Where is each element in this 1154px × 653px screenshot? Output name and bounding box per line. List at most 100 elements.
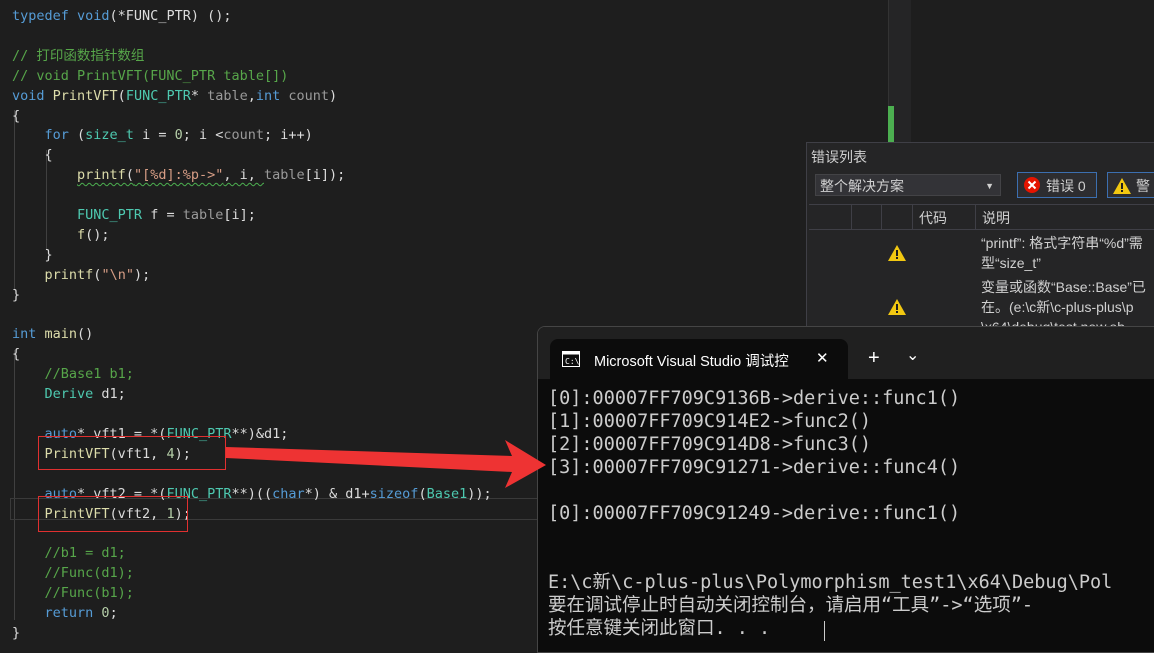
code-token: ; i <	[182, 127, 224, 144]
chevron-down-icon: ▼	[985, 181, 994, 191]
code-token: {	[12, 346, 21, 363]
code-token: "\n"	[101, 266, 134, 283]
errors-count-label: 错误 0	[1046, 178, 1086, 194]
code-token: d1;	[101, 386, 126, 403]
code-token: printf	[44, 266, 94, 283]
code-line[interactable]: {	[12, 145, 53, 165]
code-line[interactable]: f();	[12, 225, 110, 245]
code-token: Derive	[44, 386, 102, 403]
code-token: {	[12, 107, 21, 124]
code-line[interactable]: typedef void(*FUNC_PTR) ();	[12, 6, 231, 26]
code-line[interactable]: }	[12, 285, 20, 305]
code-token: (	[418, 485, 427, 502]
highlight-box-printvft1	[38, 436, 226, 470]
code-token: void	[77, 8, 110, 24]
code-line[interactable]: printf("\n");	[12, 265, 151, 285]
code-token: typedef	[12, 8, 78, 24]
code-token: printf	[77, 167, 126, 184]
warning-icon	[888, 299, 906, 315]
console-output-line: [2]:00007FF709C914D8->func3()	[548, 434, 872, 455]
console-output-line: E:\c新\c-plus-plus\Polymorphism_test1\x64…	[548, 572, 1113, 593]
code-token: (*FUNC_PTR) ();	[109, 8, 232, 24]
change-marker	[888, 106, 894, 144]
code-token: 0	[174, 127, 183, 144]
code-line[interactable]: int main()	[12, 324, 93, 344]
column-header-code[interactable]: 代码	[919, 208, 947, 228]
code-token: return	[44, 605, 102, 621]
code-token: ;	[109, 605, 118, 621]
code-token: }	[12, 246, 53, 263]
code-token: }	[12, 286, 21, 303]
code-token: ; i++)	[264, 127, 313, 144]
debug-console-window[interactable]: C:\ Microsoft Visual Studio 调试控 ✕ + ⌄ [0…	[537, 326, 1154, 653]
column-header-description[interactable]: 说明	[982, 208, 1010, 228]
code-token: ()	[77, 326, 94, 343]
code-line[interactable]: {	[12, 344, 20, 364]
code-token: *) & d1+	[304, 485, 370, 502]
code-line[interactable]: printf("[%d]:%p->", i, table[i]);	[12, 165, 345, 185]
console-tab[interactable]: C:\ Microsoft Visual Studio 调试控 ✕	[550, 339, 848, 379]
console-tab-bar: C:\ Microsoft Visual Studio 调试控 ✕ + ⌄	[538, 327, 1154, 379]
error-icon	[1024, 177, 1040, 193]
code-line[interactable]: for (size_t i = 0; i <count; i++)	[12, 125, 313, 145]
code-token: f =	[150, 207, 183, 223]
code-token: int	[12, 326, 45, 343]
console-output-line: 要在调试停止时自动关闭控制台，请启用“工具”->“选项”-	[548, 595, 1033, 616]
code-line[interactable]: //Func(d1);	[12, 563, 134, 583]
error-list-panel: 错误列表 整个解决方案 ▼ 错误 0 警 代码 说明 “printf”: 格式字…	[806, 142, 1154, 336]
code-token: main	[44, 326, 78, 343]
warnings-count-label: 警	[1136, 178, 1150, 194]
warning-description: 变量或函数“Base::Base”已	[981, 279, 1146, 295]
code-token: {	[12, 147, 53, 164]
code-token: //Base1 b1;	[44, 366, 134, 383]
new-tab-button[interactable]: +	[868, 347, 880, 370]
warnings-filter-button[interactable]: 警	[1107, 172, 1154, 198]
code-line[interactable]: //Func(b1);	[12, 583, 134, 603]
code-line[interactable]: // 打印函数指针数组	[12, 46, 144, 66]
code-token: );	[133, 266, 151, 283]
code-token: f	[77, 226, 86, 243]
code-token: ,	[247, 87, 256, 104]
code-line[interactable]: //b1 = d1;	[12, 543, 126, 563]
code-line[interactable]: }	[12, 245, 53, 265]
code-token: for	[44, 127, 78, 144]
code-line[interactable]: // void PrintVFT(FUNC_PTR table[])	[12, 66, 288, 86]
close-icon[interactable]: ✕	[816, 349, 829, 367]
code-token: **)((	[231, 485, 273, 502]
console-output-line: 按任意键关闭此窗口. . .	[548, 618, 771, 639]
console-output-line: [0]:00007FF709C91249->derive::func1()	[548, 503, 961, 524]
code-token: table	[264, 167, 305, 184]
errors-filter-button[interactable]: 错误 0	[1017, 172, 1097, 198]
error-list-title: 错误列表	[811, 149, 867, 165]
code-token: //b1 = d1;	[44, 545, 126, 562]
code-line[interactable]: return 0;	[12, 603, 118, 623]
warning-description: 在。(e:\c新\c-plus-plus\p	[981, 299, 1134, 315]
code-line[interactable]: }	[12, 623, 20, 643]
code-token: , i,	[223, 167, 264, 184]
code-token: *	[190, 87, 208, 104]
scope-label: 整个解决方案	[820, 178, 904, 194]
code-token: size_t	[85, 127, 143, 144]
code-token: **)&d1;	[231, 425, 289, 442]
code-token: (	[117, 87, 126, 104]
code-line[interactable]: Derive d1;	[12, 384, 126, 404]
code-token: 0	[101, 605, 110, 621]
code-token: [i];	[223, 207, 256, 223]
code-token: i =	[142, 127, 175, 144]
code-line[interactable]: FUNC_PTR f = table[i];	[12, 205, 256, 225]
code-token: (	[77, 127, 86, 144]
tab-dropdown-button[interactable]: ⌄	[906, 345, 919, 364]
console-icon: C:\	[562, 351, 580, 367]
code-line[interactable]: void PrintVFT(FUNC_PTR* table,int count)	[12, 86, 337, 106]
code-line[interactable]: {	[12, 106, 20, 126]
code-line[interactable]: //Base1 b1;	[12, 364, 134, 384]
text-cursor	[824, 621, 825, 641]
scope-dropdown[interactable]: 整个解决方案 ▼	[815, 174, 1001, 196]
